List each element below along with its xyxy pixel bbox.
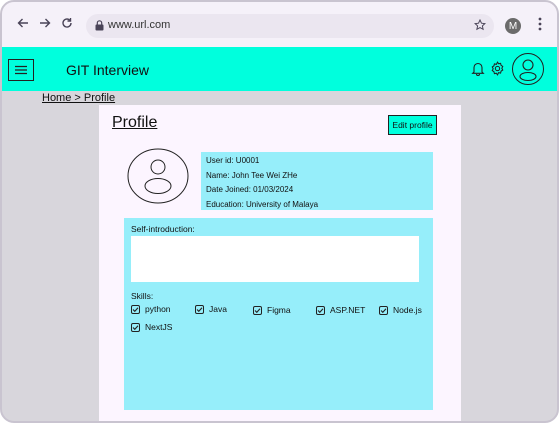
- skill-label: Java: [209, 304, 227, 314]
- star-icon[interactable]: [474, 19, 486, 31]
- education: Education: University of Malaya: [206, 199, 319, 209]
- self-intro-field[interactable]: [131, 236, 419, 282]
- menu-button[interactable]: [8, 59, 34, 81]
- skill-label: Figma: [267, 305, 291, 315]
- skill-nextjs[interactable]: NextJS: [131, 322, 172, 332]
- check-icon: [317, 307, 324, 313]
- app-title: GIT Interview: [66, 62, 149, 78]
- user-info-box: User id: U0001 Name: John Tee Wei ZHe Da…: [201, 152, 433, 210]
- forward-button[interactable]: [37, 15, 53, 31]
- skill-label: NextJS: [145, 322, 173, 332]
- checkbox-checked[interactable]: [379, 305, 388, 315]
- skill-java[interactable]: Java: [195, 304, 227, 314]
- skills-label: Skills:: [131, 291, 154, 301]
- arrow-right-icon: [40, 18, 51, 28]
- reload-icon: [62, 18, 72, 28]
- breadcrumb[interactable]: Home > Profile: [42, 92, 115, 104]
- checkbox-checked[interactable]: [253, 305, 262, 315]
- check-icon: [196, 306, 203, 312]
- skill-nodejs[interactable]: Node.js: [379, 305, 422, 315]
- reload-button[interactable]: [59, 15, 75, 31]
- account-avatar[interactable]: M: [505, 18, 521, 34]
- app-header: GIT Interview: [2, 47, 557, 91]
- skill-label: Node.js: [393, 305, 422, 315]
- checkbox-checked[interactable]: [131, 322, 140, 332]
- skill-figma[interactable]: Figma: [253, 305, 291, 315]
- user-profile-button[interactable]: [512, 53, 544, 85]
- checkbox-checked[interactable]: [316, 305, 325, 315]
- more-options-icon[interactable]: [538, 17, 542, 31]
- check-icon: [132, 306, 139, 312]
- checkbox-checked[interactable]: [195, 304, 204, 314]
- lock-icon: [95, 20, 104, 31]
- date-joined: Date Joined: 01/03/2024: [206, 185, 294, 194]
- user-name: Name: John Tee Wei ZHe: [206, 170, 298, 180]
- user-avatar-icon: [127, 148, 189, 204]
- check-icon: [380, 307, 387, 313]
- self-intro-label: Self-introduction:: [131, 224, 195, 234]
- hamburger-icon: [15, 65, 27, 75]
- bell-icon[interactable]: [471, 61, 485, 76]
- back-button[interactable]: [15, 15, 31, 31]
- arrow-left-icon: [17, 18, 28, 28]
- about-panel: Self-introduction: Skills: python Java F…: [124, 218, 433, 410]
- check-icon: [132, 324, 139, 330]
- skill-label: python: [145, 304, 171, 314]
- page-title: Profile: [112, 114, 158, 131]
- user-icon: [519, 59, 537, 82]
- user-id: User id: U0001: [206, 156, 260, 165]
- address-bar[interactable]: www.url.com: [86, 14, 494, 38]
- url-text: www.url.com: [108, 19, 171, 31]
- profile-card: Profile Edit profile User id: U0001 Name…: [99, 105, 461, 421]
- skill-label: ASP.NET: [330, 305, 366, 315]
- skill-aspnet[interactable]: ASP.NET: [316, 305, 365, 315]
- gear-icon[interactable]: [490, 61, 505, 76]
- browser-window: www.url.com M GIT Interview Home > Profi…: [0, 0, 559, 423]
- edit-profile-button[interactable]: Edit profile: [388, 115, 437, 135]
- browser-toolbar: www.url.com M: [2, 2, 557, 47]
- skill-python[interactable]: python: [131, 304, 171, 314]
- check-icon: [254, 307, 261, 313]
- checkbox-checked[interactable]: [131, 304, 140, 314]
